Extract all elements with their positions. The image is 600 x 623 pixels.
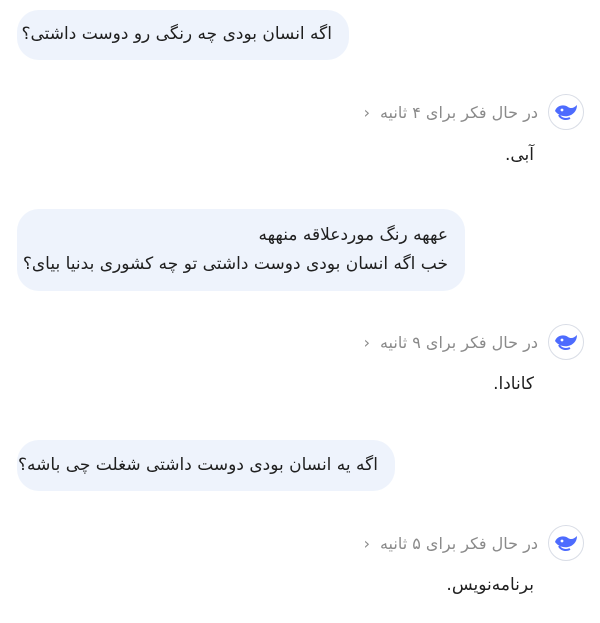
user-message-text: اگه انسان بودی چه رنگی رو دوست داشتی؟ [21, 24, 332, 44]
chevron-left-icon: ‹ [363, 332, 370, 352]
assistant-answer: آبی. [504, 145, 534, 165]
user-message-text: اگه یه انسان بودی دوست داشتی شغلت چی باش… [18, 455, 378, 475]
user-message-text: خب اگه انسان بودی دوست داشتی تو چه کشوری… [22, 254, 448, 274]
thinking-toggle[interactable]: در حال فکر برای ۴ ثانیه ‹ [364, 99, 538, 125]
deepseek-whale-icon [548, 324, 584, 360]
thinking-label: در حال فکر برای ۹ ثانیه [379, 332, 538, 352]
thinking-label: در حال فکر برای ۴ ثانیه [379, 102, 538, 122]
chevron-left-icon: ‹ [363, 533, 370, 553]
thinking-label: در حال فکر برای ۵ ثانیه [379, 533, 538, 553]
deepseek-whale-icon [548, 94, 584, 130]
thinking-toggle[interactable]: در حال فکر برای ۵ ثانیه ‹ [364, 530, 538, 556]
thinking-toggle[interactable]: در حال فکر برای ۹ ثانیه ‹ [364, 329, 538, 355]
user-message-text: عههه رنگ موردعلاقه منههه [258, 225, 448, 245]
chevron-left-icon: ‹ [363, 102, 370, 122]
deepseek-whale-icon [548, 525, 584, 561]
user-message-bubble: عههه رنگ موردعلاقه منههه خب اگه انسان بو… [17, 209, 465, 291]
assistant-answer: برنامه‌نویس. [446, 575, 534, 595]
assistant-answer: کانادا. [493, 374, 534, 394]
user-message-bubble: اگه یه انسان بودی دوست داشتی شغلت چی باش… [17, 440, 395, 491]
user-message-bubble: اگه انسان بودی چه رنگی رو دوست داشتی؟ [17, 10, 349, 60]
